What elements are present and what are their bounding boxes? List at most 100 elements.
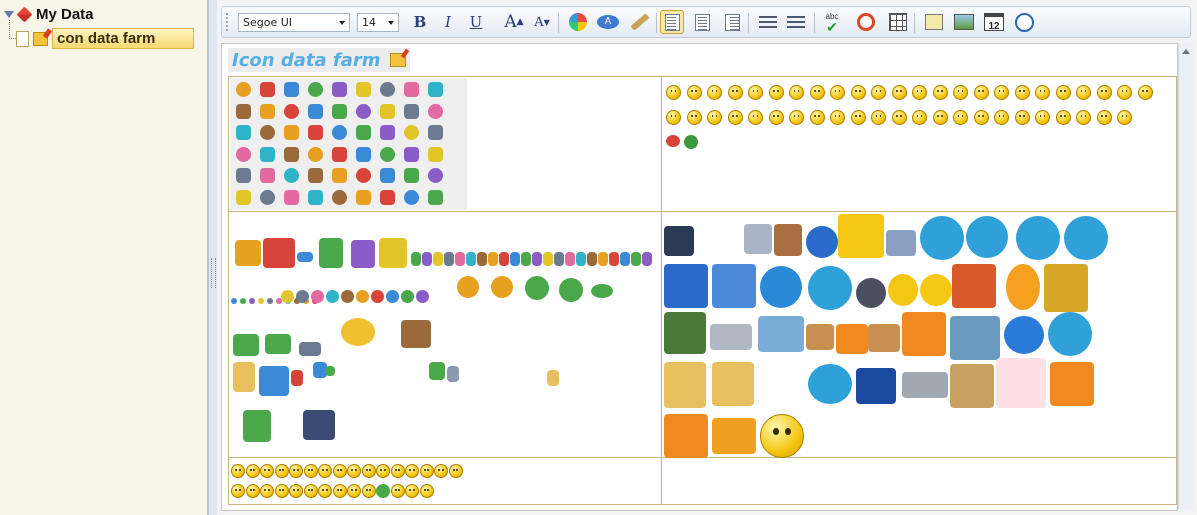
clover-icon <box>684 135 698 149</box>
scroll-up-arrow-icon[interactable] <box>1182 49 1190 54</box>
toolbar-icon <box>404 168 419 183</box>
table-cell[interactable] <box>661 211 1177 458</box>
alarm-button[interactable] <box>854 10 878 34</box>
large-icon <box>920 216 964 260</box>
page-title-text: Icon data farm <box>232 49 381 71</box>
grow-font-button[interactable]: A ▲ <box>502 10 526 34</box>
toolbar-grip-icon[interactable] <box>226 13 231 31</box>
large-icon <box>1050 362 1094 406</box>
large-icon <box>760 266 802 308</box>
toolbar-icon <box>356 103 371 119</box>
graduate-icon <box>401 320 431 348</box>
table-cell[interactable] <box>228 76 662 212</box>
ball-icon <box>281 290 294 303</box>
emoticon-icon <box>376 464 390 478</box>
align-center-icon <box>694 13 710 31</box>
large-icon <box>808 266 852 310</box>
align-center-button[interactable] <box>690 10 714 34</box>
smiley-icon <box>768 110 784 125</box>
toolbar-icon <box>428 125 443 140</box>
splitter-grip-icon[interactable] <box>211 258 216 288</box>
italic-button[interactable]: I <box>436 10 460 34</box>
large-icon <box>888 274 918 306</box>
large-icon <box>868 324 900 352</box>
ball-icon <box>311 290 324 303</box>
document-canvas[interactable]: Icon data farm <box>221 43 1178 511</box>
smiley-icon <box>912 85 927 100</box>
table-cell[interactable] <box>228 457 662 505</box>
small-icon <box>411 252 421 266</box>
editor-panel: Segoe UI 14 B I U A ▲ A ▼ A abc ✔ 12 Ico… <box>217 0 1197 515</box>
align-left-icon <box>664 13 680 31</box>
emoticon-icon <box>390 484 405 498</box>
document-icon <box>487 362 513 392</box>
toolbar-icon <box>356 168 371 183</box>
ball-icon <box>401 290 414 303</box>
envelope-icon <box>712 418 756 454</box>
toolbar-icon <box>236 103 251 119</box>
toolbar-icon <box>356 82 371 97</box>
table-cell[interactable] <box>661 457 1177 505</box>
money-icon <box>265 334 291 354</box>
large-icon <box>744 224 772 254</box>
font-family-select[interactable]: Segoe UI <box>238 13 350 32</box>
bold-icon: B <box>413 13 427 31</box>
emoticon-icon <box>405 484 419 498</box>
smiley-icon <box>809 110 825 125</box>
small-icon <box>499 252 509 266</box>
collapse-arrow-icon[interactable] <box>4 11 14 18</box>
document-icon <box>377 366 399 394</box>
clipart-icon <box>235 240 261 266</box>
small-icon <box>598 252 608 266</box>
clipart-icon <box>263 238 295 268</box>
clock-button[interactable] <box>1012 10 1036 34</box>
check-mark-icon: ✔ <box>826 18 838 35</box>
clipart-icon <box>319 238 343 268</box>
grow-font-icon: A <box>504 12 517 32</box>
weather-icon <box>341 318 375 346</box>
document-icon <box>547 370 559 386</box>
spell-check-button[interactable]: abc ✔ <box>820 10 844 34</box>
format-painter-button[interactable] <box>628 10 652 34</box>
align-left-button[interactable] <box>660 10 684 34</box>
calendar-button[interactable]: 12 <box>982 10 1006 34</box>
insert-table-button[interactable] <box>886 10 910 34</box>
icon-table <box>228 76 1177 505</box>
smiley-icon <box>891 110 907 125</box>
emoticon-icon <box>361 464 376 478</box>
smiley-icon <box>1014 110 1030 125</box>
smiley-icon <box>932 85 948 100</box>
highlight-button[interactable]: A <box>596 10 620 34</box>
smiley-icon <box>932 110 948 125</box>
small-icon <box>565 252 575 266</box>
large-icon <box>966 216 1008 258</box>
smiley-icon <box>1117 85 1132 100</box>
smiley-icon <box>1035 85 1050 100</box>
toolbar-icon <box>284 82 299 97</box>
smiley-icon <box>891 85 907 100</box>
table-cell[interactable] <box>228 211 662 458</box>
font-color-button[interactable] <box>566 10 590 34</box>
table-cell[interactable] <box>661 76 1177 212</box>
toolbar-icon <box>236 189 251 205</box>
bold-button[interactable]: B <box>408 10 432 34</box>
emoticon-icon <box>245 464 260 478</box>
vertical-scrollbar[interactable] <box>1178 43 1193 509</box>
bullet-list-button[interactable] <box>756 10 780 34</box>
font-size-select[interactable]: 14 <box>357 13 399 32</box>
tree-item-con-data-farm[interactable]: con data farm <box>16 28 194 49</box>
small-icon <box>620 252 630 266</box>
emoticon-icon <box>318 484 332 498</box>
emoticon-icon <box>448 464 463 478</box>
smiley-icon <box>768 85 784 100</box>
house-icon <box>299 342 321 356</box>
large-icon <box>808 364 852 404</box>
insert-image-button[interactable] <box>952 10 976 34</box>
shrink-font-button[interactable]: A ▼ <box>530 10 554 34</box>
font-color-icon <box>569 13 587 31</box>
underline-button[interactable]: U <box>464 10 488 34</box>
emoticon-icon <box>347 464 361 478</box>
align-right-button[interactable] <box>720 10 744 34</box>
insert-note-button[interactable] <box>922 10 946 34</box>
numbered-list-button[interactable] <box>784 10 808 34</box>
